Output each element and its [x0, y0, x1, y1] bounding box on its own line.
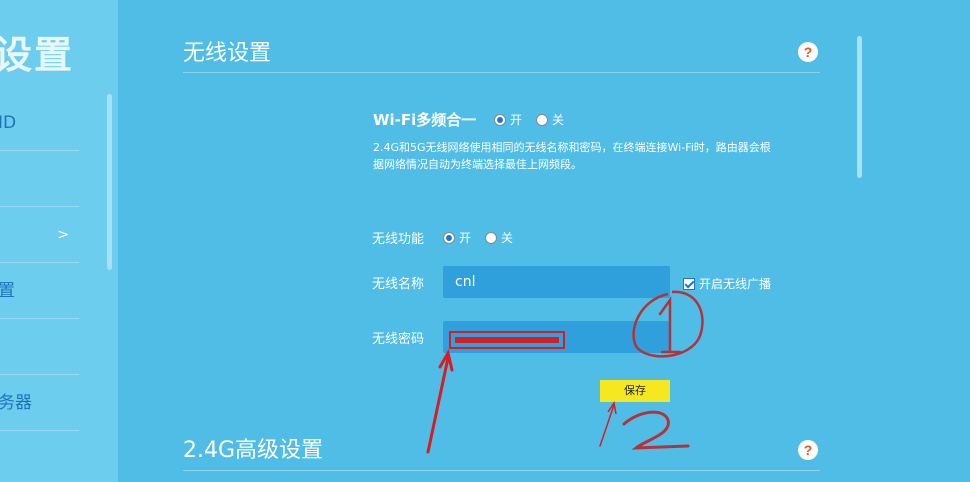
arrow-annotation-password — [426, 348, 454, 454]
hand-drawn-annotations — [426, 290, 704, 454]
arrow-annotation-save — [599, 401, 617, 447]
circled-number-one — [632, 290, 704, 358]
handwritten-number-two — [622, 410, 690, 450]
